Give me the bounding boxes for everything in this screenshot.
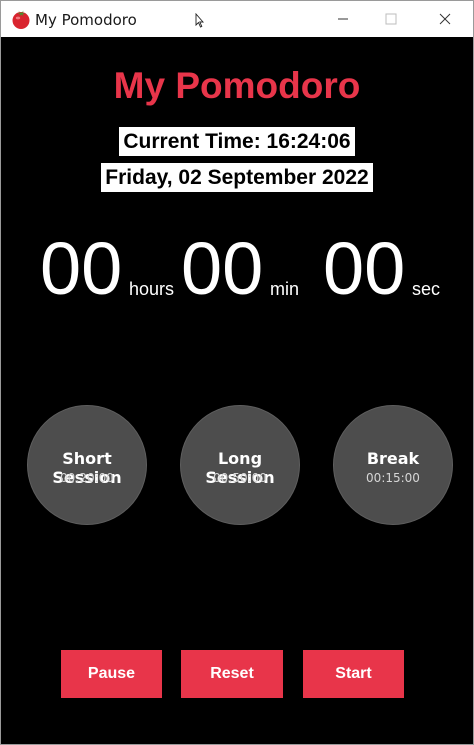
current-time-label: Current Time: 16:24:06 — [119, 127, 355, 156]
window-title: My Pomodoro — [35, 11, 137, 29]
reset-button[interactable]: Reset — [181, 650, 283, 698]
short-session-button[interactable]: Short Session 00:20:00 — [27, 405, 147, 525]
minutes-unit: min — [270, 279, 300, 299]
seconds-unit: sec — [412, 279, 441, 299]
close-button[interactable] — [421, 1, 469, 37]
hours-unit: hours — [129, 279, 175, 299]
maximize-button[interactable] — [367, 1, 415, 37]
long-session-button[interactable]: Long Session 00:50:00 — [180, 405, 300, 525]
break-session-button[interactable]: Break 00:15:00 — [333, 405, 453, 525]
current-time-row: Current Time: 16:24:06 — [1, 127, 473, 156]
pause-button[interactable]: Pause — [61, 650, 162, 698]
current-date-label: Friday, 02 September 2022 — [101, 163, 373, 192]
current-date-row: Friday, 02 September 2022 — [1, 163, 473, 192]
main-content: My Pomodoro Current Time: 16:24:06 Frida… — [1, 37, 473, 744]
minutes-value: 00 — [181, 227, 264, 310]
break-label: Break — [366, 449, 420, 468]
countdown-display: 00 hours 00 min 00 sec — [1, 229, 473, 309]
short-session-duration: 00:20:00 — [60, 471, 114, 485]
tomato-icon — [10, 8, 32, 30]
text-cursor-icon — [194, 12, 204, 29]
long-session-duration: 00:50:00 — [213, 471, 267, 485]
start-button[interactable]: Start — [303, 650, 404, 698]
title-bar[interactable]: My Pomodoro — [1, 1, 473, 37]
app-heading: My Pomodoro — [113, 65, 361, 106]
hours-value: 00 — [40, 227, 123, 310]
break-duration: 00:15:00 — [366, 471, 420, 485]
seconds-value: 00 — [323, 227, 406, 310]
minimize-button[interactable] — [319, 1, 367, 37]
app-window: My Pomodoro My Pomodoro Current Time: 16… — [0, 0, 474, 745]
